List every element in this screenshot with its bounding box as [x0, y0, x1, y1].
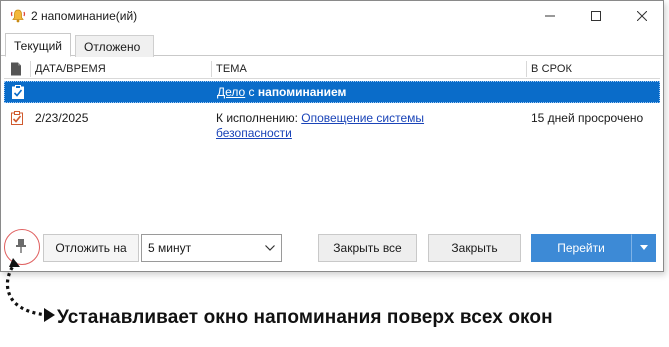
subject-prefix: К исполнению: — [216, 111, 302, 125]
go-button[interactable]: Перейти — [531, 234, 631, 262]
defer-duration-select[interactable]: 5 минут — [141, 234, 282, 262]
tab-current[interactable]: Текущий — [5, 33, 71, 57]
column-separator[interactable] — [30, 61, 31, 77]
column-header-datetime[interactable]: ДАТА/ВРЕМЯ — [35, 63, 106, 75]
document-icon — [11, 62, 21, 76]
column-separator[interactable] — [211, 61, 212, 77]
reminder-row[interactable]: 2/23/2025 К исполнению: Оповещение систе… — [4, 109, 660, 149]
task-checklist-icon — [11, 111, 23, 125]
maximize-button[interactable] — [573, 1, 619, 31]
subject-connector: с — [245, 85, 258, 99]
defer-duration-value: 5 минут — [148, 241, 192, 255]
window-title: 2 напоминание(ий) — [31, 9, 138, 23]
row-subject: Дело с напоминанием — [217, 85, 346, 99]
dismiss-button[interactable]: Закрыть — [428, 234, 521, 262]
tab-deferred[interactable]: Отложено — [75, 35, 154, 57]
column-header-subject[interactable]: ТЕМА — [216, 63, 247, 75]
minimize-button[interactable] — [527, 1, 573, 31]
grid-header: ДАТА/ВРЕМЯ ТЕМА В СРОК — [4, 59, 660, 79]
minimize-icon — [545, 15, 555, 17]
subject-link[interactable]: Оповещение системы — [301, 111, 424, 125]
annotation-arrow — [5, 258, 55, 322]
row-datetime: 2/23/2025 — [35, 111, 89, 125]
go-dropdown-button[interactable] — [631, 234, 656, 262]
maximize-icon — [591, 11, 601, 21]
close-button[interactable] — [619, 1, 665, 31]
annotation-caption: Устанавливает окно напоминания поверх вс… — [57, 307, 553, 328]
subject-bold: напоминанием — [257, 85, 347, 99]
column-header-due[interactable]: В СРОК — [531, 63, 572, 75]
chevron-down-icon — [265, 245, 275, 251]
bell-icon — [10, 9, 26, 23]
row-subject: К исполнению: Оповещение системы безопас… — [216, 111, 516, 141]
reminder-window: 2 напоминание(ий) Текущий Отложено ДАТА/… — [0, 0, 664, 272]
bottom-toolbar: Отложить на 5 минут Закрыть все Закрыть … — [1, 229, 663, 269]
column-separator[interactable] — [526, 61, 527, 77]
row-due: 15 дней просрочено — [531, 111, 644, 125]
caret-down-icon — [639, 245, 648, 250]
tab-strip: Текущий Отложено — [1, 33, 663, 57]
dismiss-all-button[interactable]: Закрыть все — [318, 234, 417, 262]
checklist-icon — [12, 85, 24, 99]
subject-link[interactable]: Дело — [217, 85, 245, 99]
title-bar: 2 напоминание(ий) — [1, 1, 663, 31]
subject-link-continued[interactable]: безопасности — [216, 126, 292, 140]
reminder-row[interactable]: Дело с напоминанием — [4, 81, 660, 103]
close-icon — [637, 11, 647, 21]
